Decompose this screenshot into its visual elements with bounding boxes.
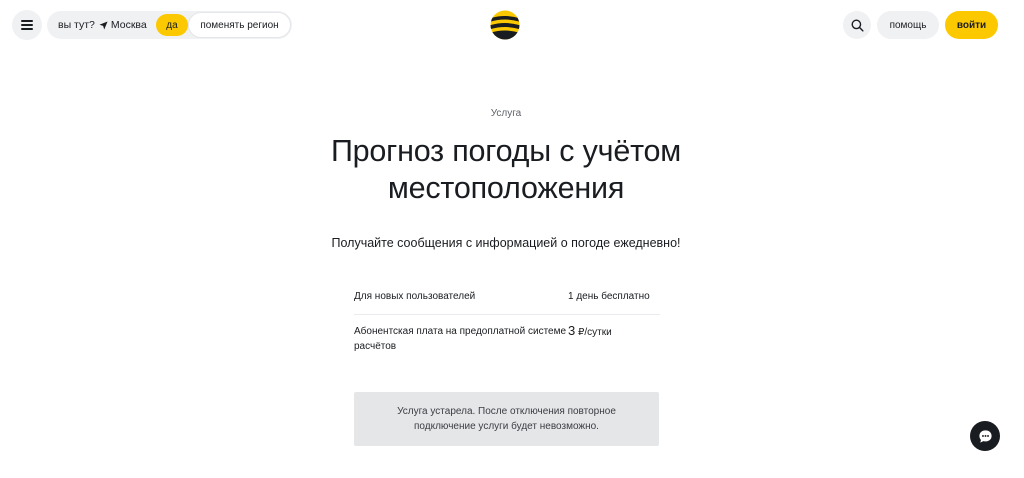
tariff-table: Для новых пользователей 1 день бесплатно… (354, 283, 660, 363)
tariff-price: 3 ₽/сутки (568, 315, 612, 363)
tariff-row: Абонентская плата на предоплатной систем… (354, 315, 660, 363)
login-button[interactable]: войти (945, 11, 998, 39)
region-question: вы тут? (58, 19, 95, 31)
deprecation-notice: Услуга устарела. После отключения повтор… (354, 392, 659, 446)
price-unit: ₽/сутки (578, 327, 612, 338)
site-header: вы тут? Москва да поменять регион помощь… (0, 0, 1024, 52)
confirm-region-button[interactable]: да (156, 14, 188, 36)
price-number: 3 (568, 323, 576, 338)
beeline-logo-icon[interactable] (490, 10, 520, 40)
location-arrow-icon (99, 20, 108, 30)
menu-button[interactable] (12, 10, 42, 40)
region-selector: вы тут? Москва да поменять регион (47, 11, 292, 39)
tariff-label: Абонентская плата на предоплатной систем… (354, 326, 567, 352)
hamburger-menu-icon (21, 20, 33, 30)
service-eyebrow: Услуга (490, 108, 522, 119)
page-title: Прогноз погоды с учётом местоположения (330, 134, 682, 205)
chat-button[interactable] (970, 421, 1000, 451)
tariff-value: 1 день бесплатно (568, 291, 650, 302)
page-subtitle: Получайте сообщения с информацией о пого… (331, 236, 681, 250)
chat-bubble-icon (978, 429, 992, 443)
search-button[interactable] (843, 11, 871, 39)
region-city: Москва (110, 19, 147, 31)
change-region-button[interactable]: поменять регион (188, 12, 291, 38)
search-icon (851, 19, 864, 32)
tariff-label: Для новых пользователей (354, 291, 476, 302)
tariff-row: Для новых пользователей 1 день бесплатно (354, 283, 660, 315)
help-button[interactable]: помощь (877, 11, 939, 39)
